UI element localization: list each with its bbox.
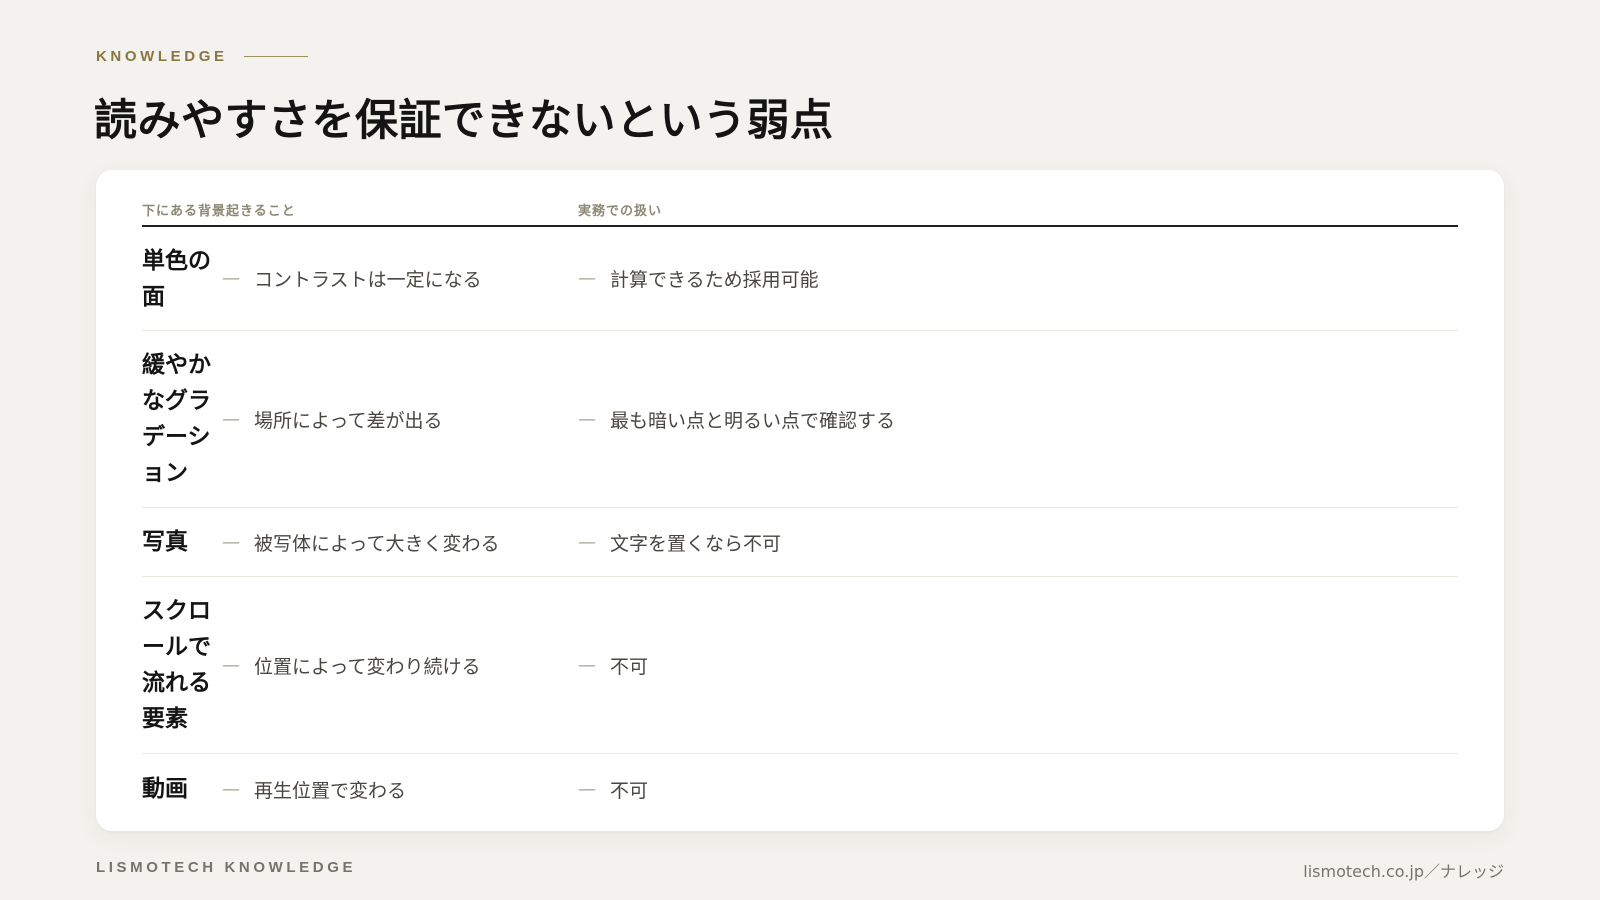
footer-url-link[interactable]: lismotech.co.jp／ナレッジ xyxy=(1303,858,1504,882)
row-label: 単色の面 xyxy=(142,247,211,310)
table-row: スクロールで流れる要素 — 位置によって変わり続ける — 不可 xyxy=(142,577,1458,754)
eyebrow: KNOWLEDGE xyxy=(96,48,308,65)
background-cell: — 被写体によって大きく変わる xyxy=(222,529,578,556)
practice-cell: — 最も暗い点と明るい点で確認する xyxy=(578,406,1458,433)
dash-icon: — xyxy=(578,654,596,676)
background-cell: — コントラストは一定になる xyxy=(222,265,578,292)
page-title: 読みやすさを保証できないという弱点 xyxy=(94,96,834,146)
dash-icon: — xyxy=(578,531,596,553)
dash-icon: — xyxy=(222,778,240,800)
background-cell: — 再生位置で変わる xyxy=(222,776,578,803)
table-row: 動画 — 再生位置で変わる — 不可 xyxy=(142,754,1458,824)
dash-icon: — xyxy=(222,654,240,676)
practice-cell: — 文字を置くなら不可 xyxy=(578,529,1458,556)
background-text: 再生位置で変わる xyxy=(254,779,407,802)
background-cell: — 場所によって差が出る xyxy=(222,406,578,433)
background-cell: — 位置によって変わり続ける xyxy=(222,652,578,679)
practice-text: 不可 xyxy=(610,779,649,802)
practice-cell: — 計算できるため採用可能 xyxy=(578,265,1458,292)
background-text: 位置によって変わり続ける xyxy=(254,655,481,678)
row-label: 動画 xyxy=(142,776,188,802)
background-text: 場所によって差が出る xyxy=(254,409,443,432)
dash-icon: — xyxy=(222,408,240,430)
eyebrow-rule xyxy=(243,56,308,57)
row-label: スクロールで流れる要素 xyxy=(142,598,211,732)
table-header: 下にある背景起きること 実務での扱い xyxy=(142,194,1458,227)
practice-text: 文字を置くなら不可 xyxy=(610,532,782,555)
practice-text: 最も暗い点と明るい点で確認する xyxy=(610,409,896,432)
eyebrow-label: KNOWLEDGE xyxy=(96,48,228,65)
row-label: 写真 xyxy=(142,529,188,555)
dash-icon: — xyxy=(222,531,240,553)
practice-cell: — 不可 xyxy=(578,776,1458,803)
dash-icon: — xyxy=(578,778,596,800)
background-text: コントラストは一定になる xyxy=(254,269,482,291)
footer-brand: LISMOTECH KNOWLEDGE xyxy=(96,859,357,876)
table-row: 単色の面 — コントラストは一定になる — 計算できるため採用可能 xyxy=(142,227,1458,331)
practice-cell: — 不可 xyxy=(578,652,1458,679)
practice-text: 不可 xyxy=(610,655,649,678)
dash-icon: — xyxy=(578,408,596,430)
dash-icon: — xyxy=(222,268,240,289)
row-label: 緩やかなグラデーション xyxy=(142,352,211,486)
column-header-background: 下にある背景起きること xyxy=(142,204,296,219)
practice-text: 計算できるため採用可能 xyxy=(610,269,819,291)
background-text: 被写体によって大きく変わる xyxy=(254,532,500,555)
column-header-practice: 実務での扱い xyxy=(578,204,663,219)
dash-icon: — xyxy=(578,268,596,289)
comparison-card: 下にある背景起きること 実務での扱い 単色の面 — コントラストは一定になる —… xyxy=(96,170,1504,831)
table-row: 緩やかなグラデーション — 場所によって差が出る — 最も暗い点と明るい点で確認… xyxy=(142,331,1458,508)
table-row: 写真 — 被写体によって大きく変わる — 文字を置くなら不可 xyxy=(142,508,1458,577)
